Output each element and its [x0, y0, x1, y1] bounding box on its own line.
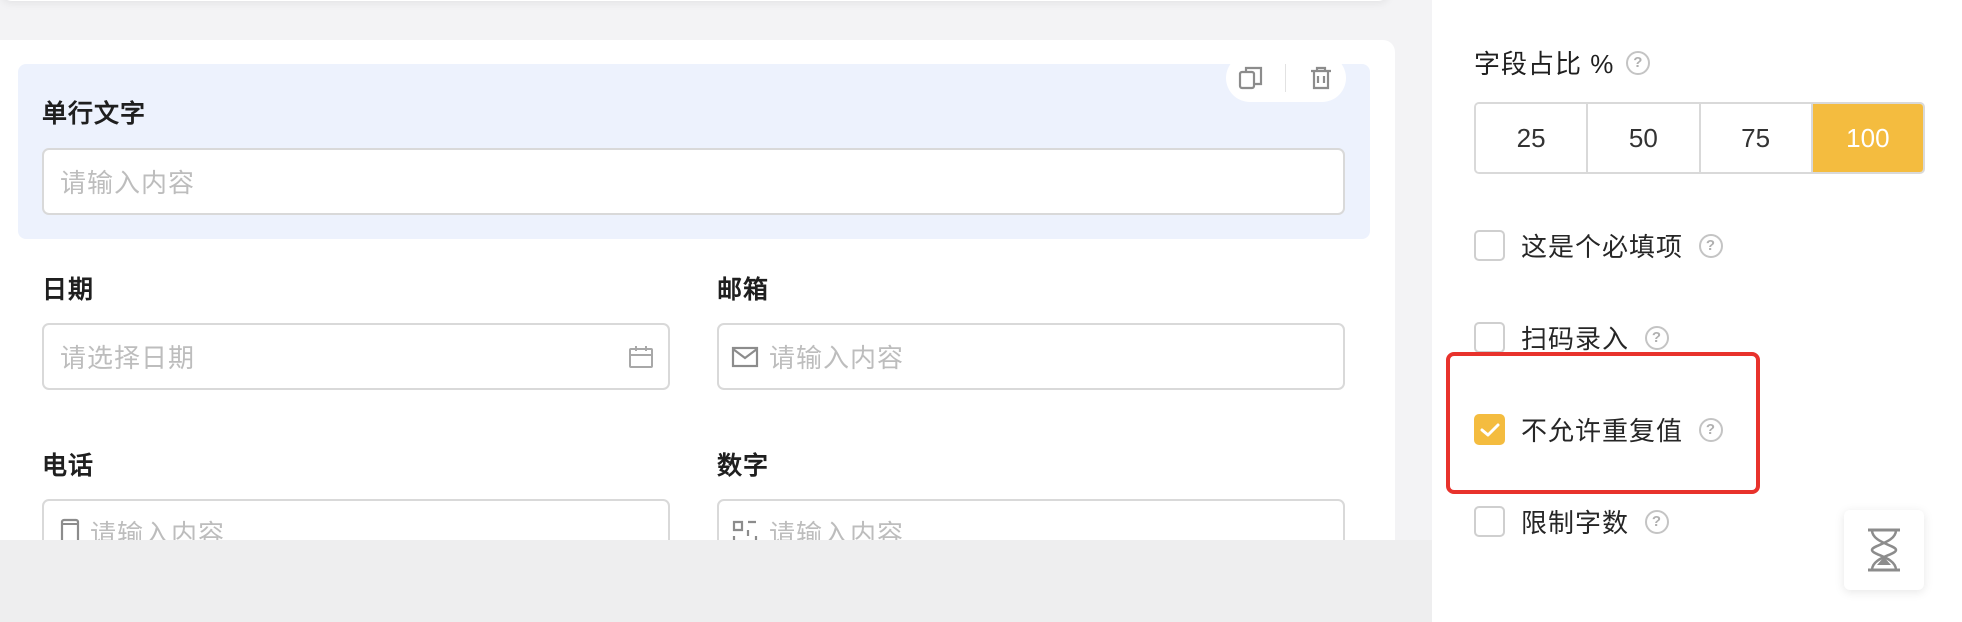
option-required[interactable]: 这是个必填项 ?	[1474, 227, 1724, 264]
required-label: 这是个必填项	[1521, 232, 1684, 262]
help-icon[interactable]: ?	[1626, 50, 1651, 75]
action-divider	[1285, 64, 1287, 92]
number-placeholder: 请输入内容	[769, 519, 905, 540]
width-option-100[interactable]: 100	[1812, 104, 1923, 172]
number-icon	[731, 519, 759, 540]
date-label: 日期	[42, 276, 95, 304]
scan-input-label: 扫码录入	[1521, 324, 1630, 354]
email-input[interactable]: 请输入内容	[717, 323, 1345, 390]
mobile-phone-icon	[60, 518, 80, 540]
bottom-bar	[0, 540, 1432, 622]
required-checkbox[interactable]	[1474, 230, 1505, 261]
calendar-icon	[628, 345, 654, 376]
hourglass-icon	[1868, 528, 1900, 572]
char-limit-label: 限制字数	[1521, 508, 1630, 538]
width-segmented-control: 25 50 75 100	[1474, 102, 1925, 174]
width-option-25[interactable]: 25	[1476, 104, 1589, 172]
mail-icon	[731, 346, 759, 368]
form-canvas: 单行文字 请输入内容 日期 请选择日期 邮箱 请输入内容 电话 请输入内容 数字…	[0, 40, 1395, 540]
width-option-75[interactable]: 75	[1700, 104, 1813, 172]
email-placeholder: 请输入内容	[769, 343, 905, 373]
help-icon[interactable]: ?	[1699, 233, 1724, 258]
field-action-pill	[1226, 54, 1346, 102]
highlight-annotation-box	[1446, 352, 1760, 494]
trash-icon[interactable]	[1306, 63, 1336, 93]
option-char-limit[interactable]: 限制字数 ?	[1474, 503, 1670, 540]
single-text-input[interactable]: 请输入内容	[42, 148, 1345, 215]
char-limit-checkbox[interactable]	[1474, 506, 1505, 537]
date-placeholder: 请选择日期	[60, 343, 196, 373]
number-label: 数字	[717, 452, 770, 480]
width-setting-label: 字段占比 %	[1474, 49, 1615, 79]
scan-input-checkbox[interactable]	[1474, 322, 1505, 353]
phone-input[interactable]: 请输入内容	[42, 499, 670, 540]
option-scan-input[interactable]: 扫码录入 ?	[1474, 319, 1670, 356]
single-text-label: 单行文字	[42, 100, 147, 128]
top-card	[0, 0, 1390, 1]
number-input[interactable]: 请输入内容	[717, 499, 1345, 540]
phone-label: 电话	[42, 452, 95, 480]
copy-icon[interactable]	[1236, 63, 1266, 93]
email-label: 邮箱	[717, 276, 770, 304]
phone-placeholder: 请输入内容	[90, 519, 226, 540]
date-input[interactable]: 请选择日期	[42, 323, 670, 390]
help-icon[interactable]: ?	[1645, 325, 1670, 350]
width-option-50[interactable]: 50	[1588, 104, 1701, 172]
single-text-placeholder: 请输入内容	[60, 168, 196, 198]
help-icon[interactable]: ?	[1645, 509, 1670, 534]
width-setting-title: 字段占比 % ?	[1474, 44, 1651, 81]
hourglass-button[interactable]	[1844, 510, 1924, 590]
